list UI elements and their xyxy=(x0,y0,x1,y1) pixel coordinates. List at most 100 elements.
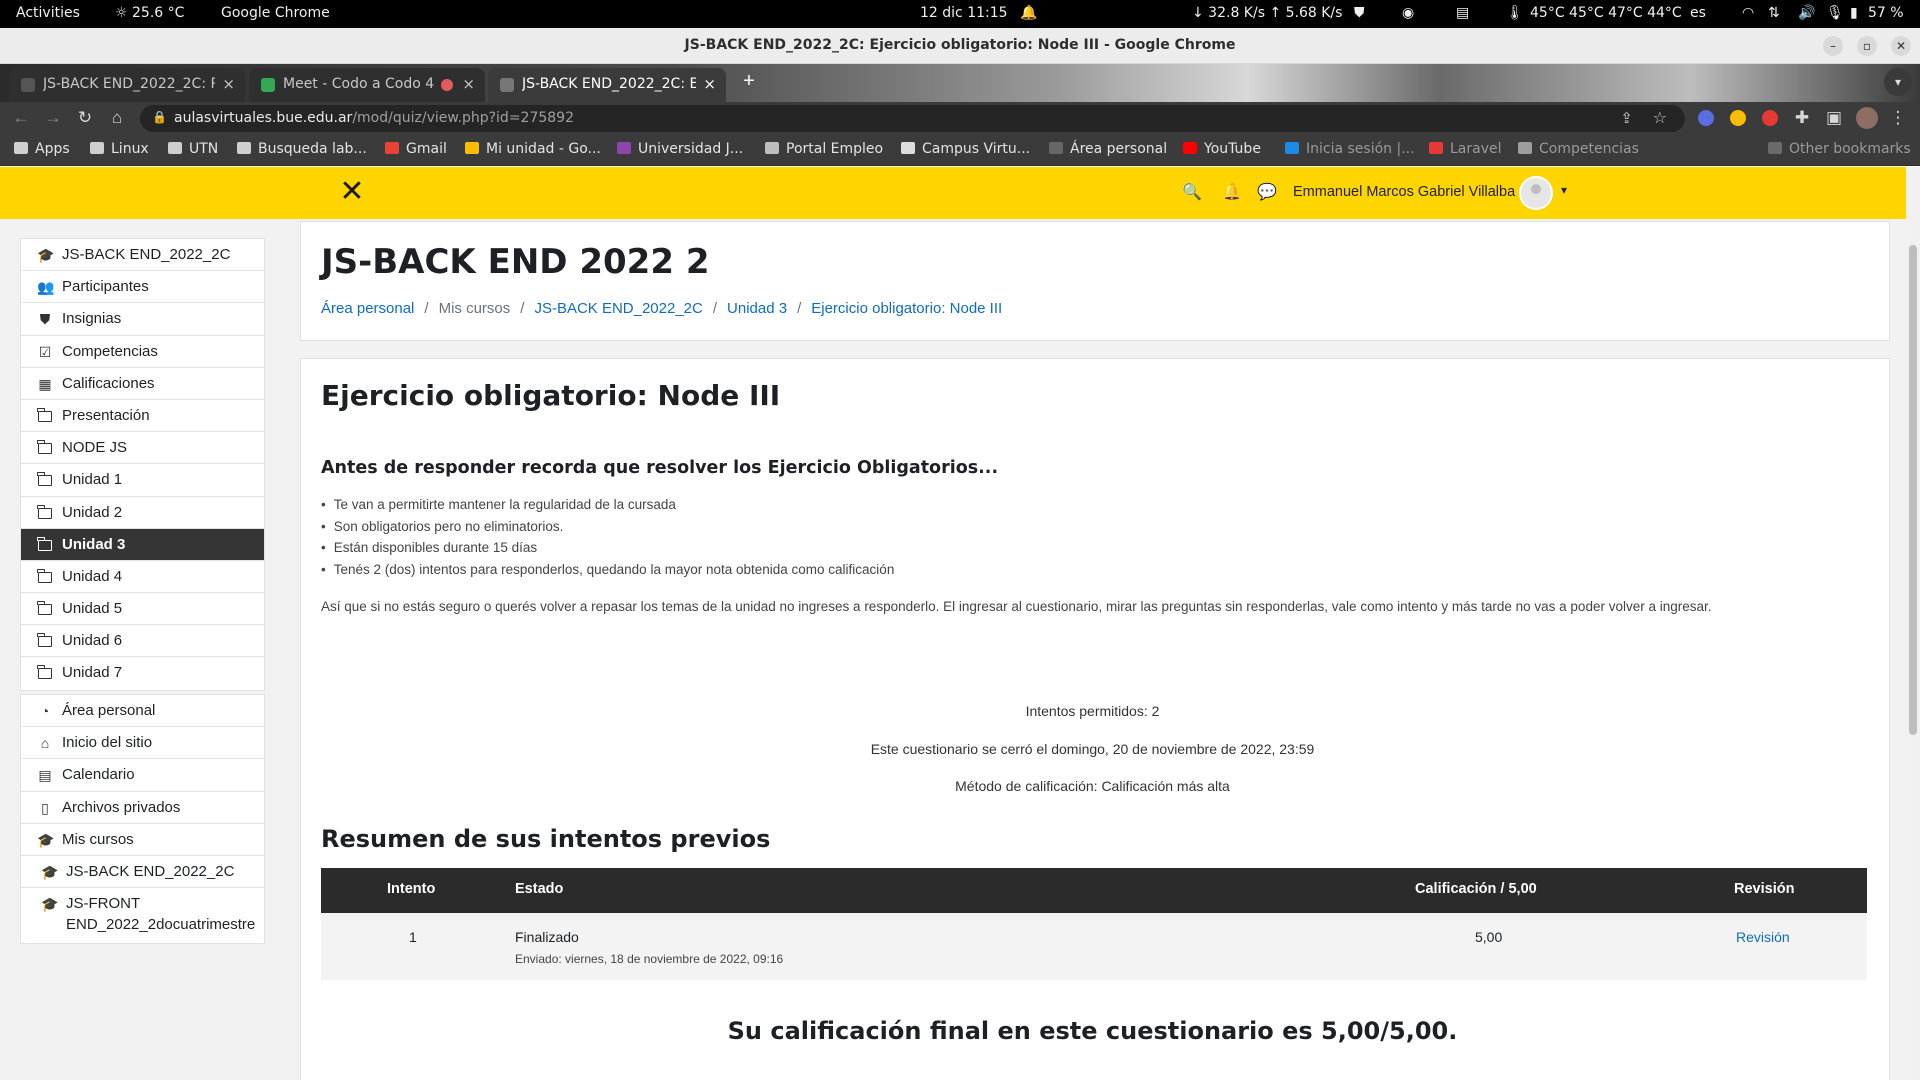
focused-app-label[interactable]: Google Chrome xyxy=(221,5,330,21)
checkbox-icon: ☑ xyxy=(38,343,52,360)
network-icon[interactable]: ⇅ xyxy=(1768,5,1780,21)
drive-extension-icon[interactable] xyxy=(1730,110,1746,126)
new-tab-button[interactable]: + xyxy=(736,68,762,94)
bookmark-universidad[interactable]: Universidad J... xyxy=(617,141,743,157)
bookmark-linux[interactable]: Linux xyxy=(90,141,149,157)
bookmark-portal-empleo[interactable]: Portal Empleo xyxy=(765,141,883,157)
sidebar-item[interactable]: ◔ Área personal xyxy=(21,695,264,728)
weather-indicator[interactable]: ☼ 25.6 °C xyxy=(115,5,184,21)
sidebar-item[interactable]: ⌂ Inicio del sitio xyxy=(21,727,264,760)
reload-icon[interactable]: ↻ xyxy=(75,108,95,128)
sidebar-item[interactable]: Unidad 1 xyxy=(21,464,264,497)
breadcrumb-area-personal[interactable]: Área personal xyxy=(321,300,414,317)
clipboard-icon[interactable]: ▤ xyxy=(1456,5,1469,21)
graduation-cap-icon: 🎓 xyxy=(37,831,55,848)
battery-icon[interactable]: ▮ xyxy=(1850,5,1858,21)
side-panel-icon[interactable]: ▣ xyxy=(1824,108,1844,128)
bookmark-gmail[interactable]: Gmail xyxy=(385,141,447,157)
bell-icon[interactable]: 🔔 xyxy=(1020,5,1037,21)
drive-icon xyxy=(465,142,479,154)
share-icon[interactable]: ⇪ xyxy=(1620,109,1633,127)
clock[interactable]: 12 dic 11:15 xyxy=(920,5,1008,21)
page-scrollbar[interactable] xyxy=(1906,167,1920,1080)
sidebar-item-label: Unidad 5 xyxy=(62,600,123,618)
sidebar-item[interactable]: Unidad 2 xyxy=(21,497,264,529)
other-bookmarks[interactable]: Other bookmarks xyxy=(1768,141,1911,157)
tab-search-icon[interactable]: ▾ xyxy=(1884,68,1912,96)
minimize-button[interactable]: – xyxy=(1823,36,1843,56)
forward-icon[interactable]: → xyxy=(43,108,63,128)
breadcrumb-quiz[interactable]: Ejercicio obligatorio: Node III xyxy=(811,300,1002,317)
tab-js-back-end-e[interactable]: JS-BACK END_2022_2C: E × xyxy=(488,68,726,102)
sidebar-item[interactable]: 🎓 JS-FRONT END_2022_2docuatrimestre xyxy=(21,888,264,943)
breadcrumb-unidad-3[interactable]: Unidad 3 xyxy=(727,300,787,317)
sidebar-item[interactable]: Unidad 3 xyxy=(21,528,264,561)
back-icon[interactable]: ← xyxy=(11,108,31,128)
user-avatar[interactable] xyxy=(1519,176,1553,210)
bookmark-area-personal[interactable]: Área personal xyxy=(1049,141,1167,157)
sidebar-item[interactable]: ⛊ Insignias xyxy=(21,303,264,336)
scrollbar-thumb[interactable] xyxy=(1909,245,1917,735)
net-speed-indicator[interactable]: ↓ 32.8 K/s ↑ 5.68 K/s xyxy=(1192,5,1342,21)
breadcrumb-course[interactable]: JS-BACK END_2022_2C xyxy=(534,300,702,317)
close-tab-icon[interactable]: × xyxy=(462,75,475,93)
microphone-icon[interactable]: 🎙 xyxy=(1826,5,1844,21)
bookmark-star-icon[interactable]: ☆ xyxy=(1653,108,1667,128)
temperature-indicator[interactable]: 45°C 45°C 47°C 44°C xyxy=(1530,5,1682,21)
user-name[interactable]: Emmanuel Marcos Gabriel Villalba xyxy=(1293,184,1515,200)
bookmark-busqueda[interactable]: Busqueda lab... xyxy=(237,141,367,157)
final-grade: Su calificación final en este cuestionar… xyxy=(727,1017,1458,1045)
bookmark-competencias[interactable]: Competencias xyxy=(1518,141,1639,157)
sidebar-item[interactable]: ▯ Archivos privados xyxy=(21,792,264,824)
activities-button[interactable]: Activities xyxy=(16,5,80,21)
bookmark-apps[interactable]: Apps xyxy=(14,141,70,157)
close-drawer-icon[interactable]: ✕ xyxy=(337,177,367,207)
profile-avatar[interactable] xyxy=(1856,107,1878,129)
bookmark-youtube[interactable]: YouTube xyxy=(1183,141,1261,157)
address-bar[interactable]: 🔒 aulasvirtuales.bue.edu.ar/mod/quiz/vie… xyxy=(140,105,1685,132)
maximize-button[interactable]: ▫ xyxy=(1857,36,1877,56)
extensions-puzzle-icon[interactable]: ✚ xyxy=(1792,108,1812,128)
close-tab-icon[interactable]: × xyxy=(222,75,235,93)
sidebar-item[interactable]: Unidad 6 xyxy=(21,625,264,658)
sidebar-item[interactable]: ☑ Competencias xyxy=(21,336,264,368)
tray-app-icon[interactable]: ◉ xyxy=(1402,5,1414,21)
wifi-icon[interactable]: ◠ xyxy=(1742,5,1754,21)
sidebar-item[interactable]: NODE JS xyxy=(21,432,264,465)
laravel-icon xyxy=(1429,142,1443,154)
sidebar-item[interactable]: ▦ Calificaciones xyxy=(21,368,264,400)
sidebar-item[interactable]: 🎓 JS-BACK END_2022_2C xyxy=(21,856,264,889)
lock-icon[interactable]: 🔒 xyxy=(152,110,167,124)
sidebar-item[interactable]: Unidad 4 xyxy=(21,561,264,594)
bookmark-inicia-sesion[interactable]: Inicia sesión |... xyxy=(1285,141,1415,157)
sidebar-item[interactable]: 👥 Participantes xyxy=(21,271,264,304)
close-window-button[interactable]: ✕ xyxy=(1891,36,1911,56)
url-text[interactable]: aulasvirtuales.bue.edu.ar/mod/quiz/view.… xyxy=(174,110,574,126)
bookmark-mi-unidad[interactable]: Mi unidad - Go... xyxy=(465,141,601,157)
sidebar-item[interactable]: ▤ Calendario xyxy=(21,759,264,792)
close-tab-icon[interactable]: × xyxy=(703,75,716,93)
shield-tray-icon[interactable]: ⛊ xyxy=(1354,5,1365,21)
bookmark-campus[interactable]: Campus Virtu... xyxy=(901,141,1030,157)
extension-icon[interactable] xyxy=(1698,110,1714,126)
review-link[interactable]: Revisión xyxy=(1736,929,1790,945)
keyboard-language[interactable]: es xyxy=(1690,5,1706,21)
sidebar-item[interactable]: 🎓 JS-BACK END_2022_2C xyxy=(21,239,264,272)
notifications-bell-icon[interactable]: 🔔 xyxy=(1222,182,1242,202)
home-icon[interactable]: ⌂ xyxy=(107,108,127,128)
sidebar-item[interactable]: Unidad 5 xyxy=(21,593,264,626)
col-header-grade: Calificación / 5,00 xyxy=(1415,881,1537,897)
tab-meet[interactable]: Meet - Codo a Codo 4.0 × xyxy=(249,68,485,102)
bookmark-utn[interactable]: UTN xyxy=(168,141,218,157)
adblock-extension-icon[interactable] xyxy=(1762,110,1778,126)
volume-icon[interactable]: 🔊 xyxy=(1798,5,1815,21)
user-menu-chevron-down-icon[interactable]: ▾ xyxy=(1561,183,1567,197)
messages-chat-icon[interactable]: 💬 xyxy=(1257,182,1277,202)
bookmark-laravel[interactable]: Laravel xyxy=(1429,141,1502,157)
tab-js-back-end-p[interactable]: JS-BACK END_2022_2C: P × xyxy=(9,68,245,102)
sidebar-item[interactable]: 🎓 Mis cursos xyxy=(21,824,264,856)
menu-kebab-icon[interactable]: ⋮ xyxy=(1888,108,1908,128)
search-icon[interactable]: 🔍 xyxy=(1182,182,1202,202)
sidebar-item[interactable]: Presentación xyxy=(21,400,264,433)
sidebar-item[interactable]: Unidad 7 xyxy=(21,657,264,689)
